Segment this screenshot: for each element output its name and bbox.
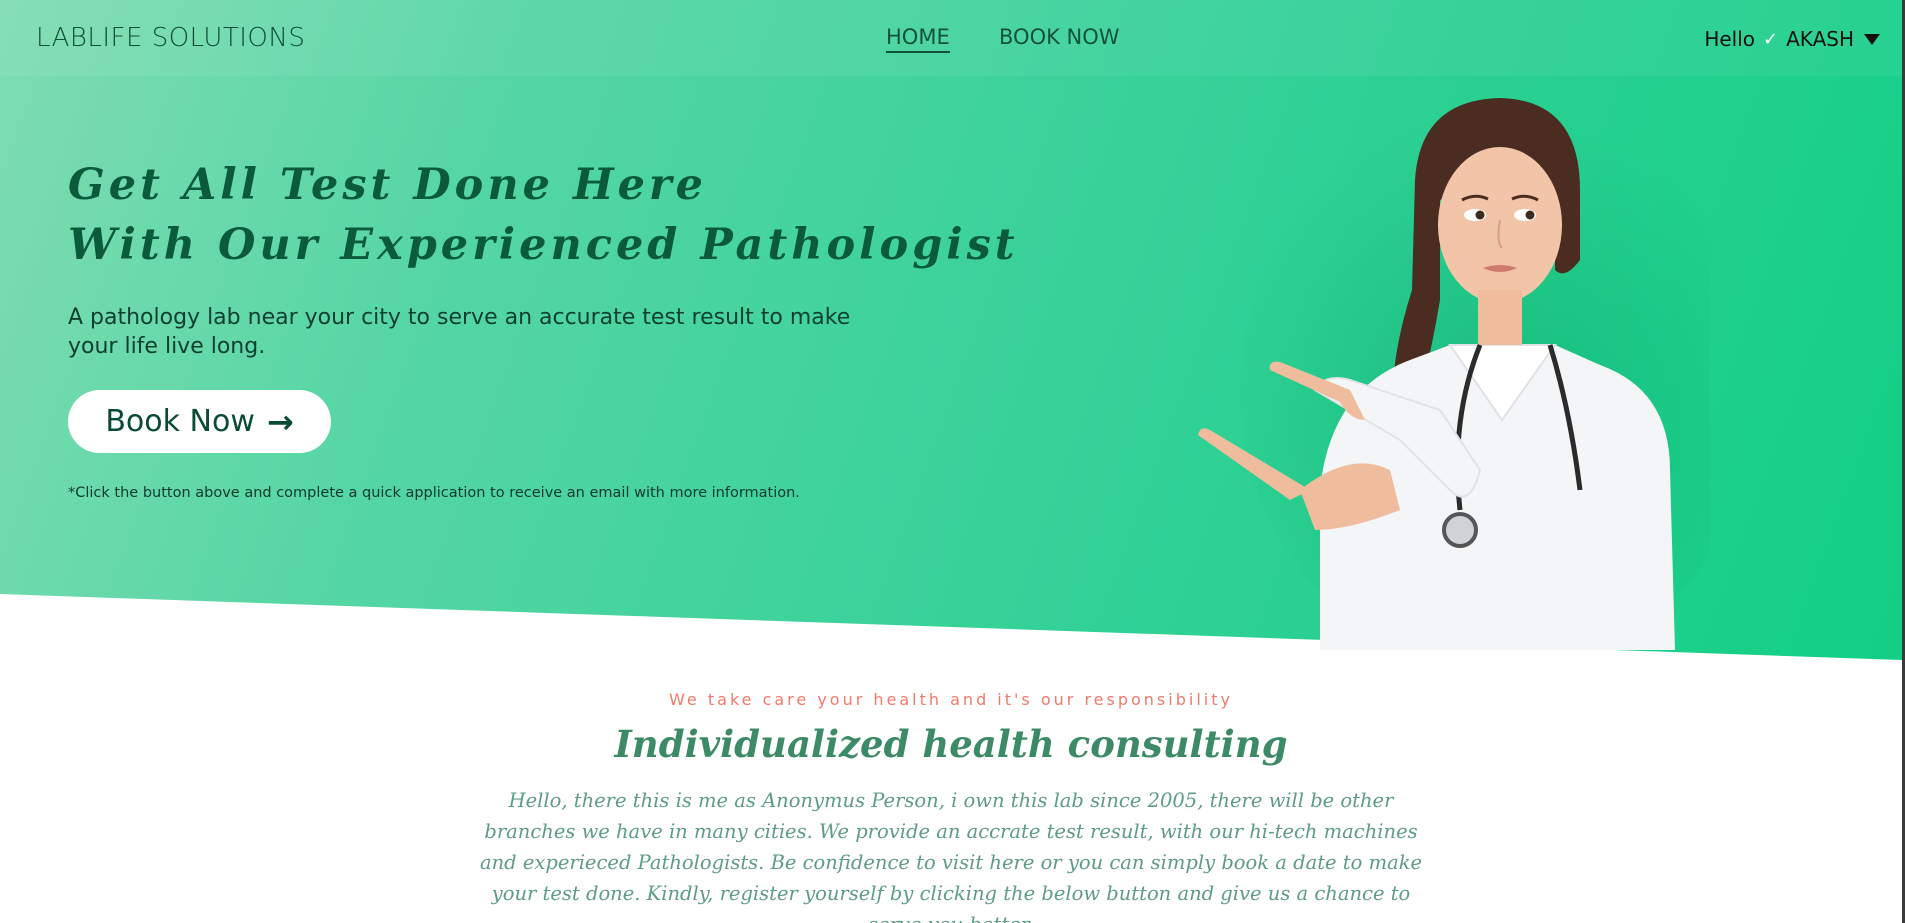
check-icon: ✓ <box>1763 28 1779 50</box>
user-menu[interactable]: Hello ✓ AKASH <box>1704 27 1880 51</box>
hero-note: *Click the button above and complete a q… <box>68 485 800 501</box>
top-navbar: LABLIFE SOLUTIONS HOME BOOK NOW Hello ✓ … <box>0 0 1902 76</box>
brand-logo[interactable]: LABLIFE SOLUTIONS <box>36 23 305 53</box>
book-now-button[interactable]: Book Now → <box>68 390 331 453</box>
section-body: Hello, there this is me as Anonymus Pers… <box>479 789 1423 923</box>
nav-home-link[interactable]: HOME <box>886 25 950 53</box>
section-title: Individualized health consulting <box>614 722 1288 766</box>
section-tagline: We take care your health and it's our re… <box>669 690 1233 709</box>
caret-down-icon[interactable] <box>1864 33 1880 45</box>
nav-book-now-link[interactable]: BOOK NOW <box>999 25 1120 49</box>
headline-line-1: Get All Test Done Here <box>68 160 707 210</box>
arrow-right-icon: → <box>266 402 294 441</box>
page-viewport: LABLIFE SOLUTIONS HOME BOOK NOW Hello ✓ … <box>0 0 1902 923</box>
user-name: AKASH <box>1786 27 1854 51</box>
headline-line-2: With Our Experienced Pathologist <box>68 220 1019 270</box>
book-now-label: Book Now <box>105 404 255 439</box>
hero-headline: Get All Test Done Here With Our Experien… <box>68 155 1019 275</box>
hero-subtext: A pathology lab near your city to serve … <box>68 305 851 359</box>
doctor-illustration <box>1198 98 1710 650</box>
greeting-text: Hello <box>1704 27 1756 51</box>
